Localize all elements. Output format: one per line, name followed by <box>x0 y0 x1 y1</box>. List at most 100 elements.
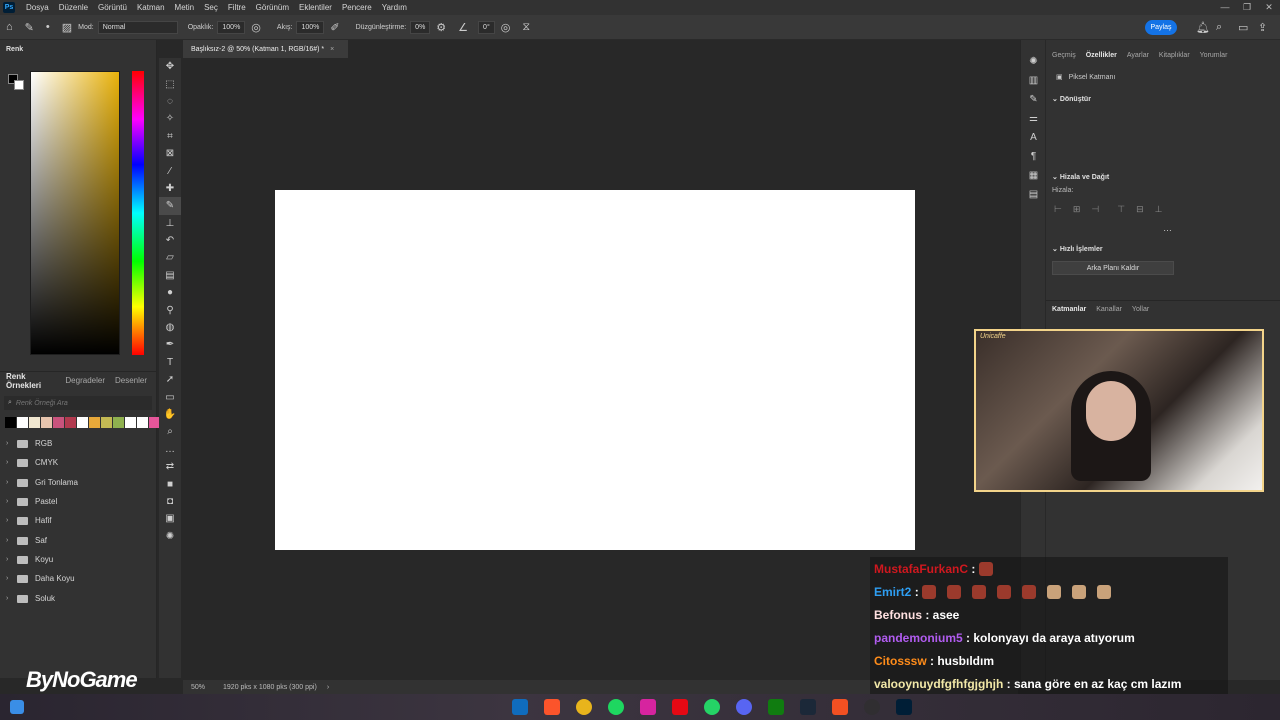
discord-icon[interactable] <box>736 699 752 715</box>
zoom-level[interactable]: 50% <box>191 684 205 691</box>
menu-layer[interactable]: Katman <box>132 3 170 12</box>
color-swatch[interactable] <box>101 417 112 428</box>
spotify-icon[interactable] <box>608 699 624 715</box>
align-right-icon[interactable]: ⊣ <box>1091 204 1099 215</box>
photoshop-taskbar-icon[interactable] <box>896 699 912 715</box>
chevron-right-icon[interactable]: › <box>327 684 329 691</box>
swatch-folder-rgb[interactable]: › RGB <box>6 439 52 448</box>
menu-file[interactable]: Dosya <box>21 3 54 12</box>
dodge-tool-icon[interactable]: ⚲ <box>159 301 181 318</box>
menu-filter[interactable]: Filtre <box>223 3 251 12</box>
canvas[interactable] <box>275 190 915 550</box>
mode-select[interactable]: Normal <box>97 20 178 34</box>
workspace-icon[interactable]: ▭ <box>1238 21 1248 34</box>
hue-slider[interactable] <box>132 71 144 355</box>
frame-tool-icon[interactable]: ⊠ <box>159 145 181 162</box>
histogram-icon[interactable]: ▥ <box>1021 71 1046 90</box>
marquee-tool-icon[interactable]: ⬚ <box>159 75 181 92</box>
remove-background-button[interactable]: Arka Planı Kaldır <box>1052 261 1174 275</box>
character-panel-icon[interactable]: A <box>1021 128 1046 147</box>
brush-tool-icon[interactable]: ✎ <box>159 197 181 215</box>
align-top-icon[interactable]: ⊤ <box>1117 204 1125 215</box>
store-icon[interactable] <box>832 699 848 715</box>
instagram-icon[interactable] <box>640 699 656 715</box>
windows-start-icon[interactable] <box>10 700 24 714</box>
minimize-icon[interactable]: — <box>1214 2 1236 13</box>
gradient-tool-icon[interactable]: ▤ <box>159 267 181 284</box>
obs-icon[interactable] <box>864 699 880 715</box>
notes-icon[interactable]: ▤ <box>1021 185 1046 204</box>
swatch-folder-faded[interactable]: › Soluk <box>6 594 55 603</box>
color-swatch[interactable] <box>77 417 88 428</box>
menu-plugins[interactable]: Eklentiler <box>294 3 337 12</box>
burn-tool-icon[interactable]: ◍ <box>159 319 181 336</box>
maximize-icon[interactable]: ❐ <box>1236 2 1258 13</box>
align-section-title[interactable]: ⌄ Hizala ve Dağıt <box>1052 173 1109 181</box>
fg-bg-colors-icon[interactable]: ■ <box>159 475 181 492</box>
brave-icon[interactable] <box>544 699 560 715</box>
tab-layers[interactable]: Katmanlar <box>1052 306 1086 313</box>
smoothing-field[interactable]: 0% <box>410 20 431 34</box>
libraries-icon[interactable]: ▦ <box>1021 166 1046 185</box>
color-swatch[interactable] <box>113 417 124 428</box>
crop-tool-icon[interactable]: ⌗ <box>159 128 181 145</box>
zoom-tool-icon[interactable]: ⌕ <box>159 423 181 440</box>
background-color-swatch[interactable] <box>14 80 24 90</box>
eyedropper-tool-icon[interactable]: ⁄ <box>159 162 181 179</box>
adjustments-icon[interactable]: ⚌ <box>1021 109 1046 128</box>
chat-username[interactable]: MustafaFurkanC <box>874 562 968 576</box>
color-swatch[interactable] <box>29 417 40 428</box>
swatch-folder-pure[interactable]: › Saf <box>6 536 47 545</box>
swatch-folder-cmyk[interactable]: › CMYK <box>6 458 58 467</box>
menu-window[interactable]: Pencere <box>337 3 377 12</box>
tab-gradients[interactable]: Degradeler <box>65 376 105 385</box>
hand-tool-icon[interactable]: ✋ <box>159 406 181 423</box>
tab-patterns[interactable]: Desenler <box>115 376 147 385</box>
bell-icon[interactable]: 🔔︎ <box>1196 21 1210 34</box>
paragraph-panel-icon[interactable]: ¶ <box>1021 147 1046 166</box>
chrome-icon[interactable] <box>576 699 592 715</box>
healing-brush-tool-icon[interactable]: ✚ <box>159 180 181 197</box>
history-brush-tool-icon[interactable]: ↶ <box>159 232 181 249</box>
menu-edit[interactable]: Düzenle <box>54 3 93 12</box>
flow-field[interactable]: 100% <box>296 20 325 34</box>
tab-comments[interactable]: Yorumlar <box>1200 52 1228 59</box>
screen-mode-icon[interactable]: ▣ <box>159 510 181 527</box>
swatch-folder-dark[interactable]: › Koyu <box>6 555 53 564</box>
swatch-folder-light[interactable]: › Hafif <box>6 516 51 525</box>
tab-properties[interactable]: Özellikler <box>1086 52 1117 59</box>
chat-username[interactable]: pandemonium5 <box>874 631 963 645</box>
color-swatch[interactable] <box>41 417 52 428</box>
brushes-panel-icon[interactable]: ✎ <box>1021 90 1046 109</box>
outlook-icon[interactable] <box>512 699 528 715</box>
eraser-tool-icon[interactable]: ▱ <box>159 249 181 266</box>
share-icon[interactable]: ⇪ <box>1258 21 1267 34</box>
color-swatch[interactable] <box>89 417 100 428</box>
brush-settings-icon[interactable]: ▨ <box>62 21 72 34</box>
tab-libraries[interactable]: Kitaplıklar <box>1159 52 1190 59</box>
align-center-h-icon[interactable]: ⊞ <box>1073 204 1081 215</box>
quick-actions-section-title[interactable]: ⌄ Hızlı İşlemler <box>1052 245 1103 253</box>
more-tools-icon[interactable]: … <box>159 441 181 458</box>
whatsapp-icon[interactable] <box>704 699 720 715</box>
color-swatch[interactable] <box>137 417 148 428</box>
opacity-field[interactable]: 100% <box>217 20 246 34</box>
tab-channels[interactable]: Kanallar <box>1096 306 1122 313</box>
close-icon[interactable]: ✕ <box>1258 2 1280 13</box>
color-swatch[interactable] <box>53 417 64 428</box>
more-options-icon[interactable]: … <box>1163 223 1172 233</box>
color-swatch[interactable] <box>17 417 28 428</box>
swatch-folder-pastel[interactable]: › Pastel <box>6 497 57 506</box>
search-icon[interactable]: ⌕ <box>1216 21 1222 34</box>
align-middle-v-icon[interactable]: ⊟ <box>1136 204 1144 215</box>
menu-view[interactable]: Görünüm <box>251 3 294 12</box>
type-tool-icon[interactable]: T <box>159 354 181 371</box>
swatch-search-input[interactable]: ⌕ Renk Örneği Ara <box>4 396 152 410</box>
menu-image[interactable]: Görüntü <box>93 3 132 12</box>
brush-preset-icon[interactable]: • <box>46 21 50 33</box>
gear-icon[interactable]: ⚙ <box>436 21 446 34</box>
path-selection-tool-icon[interactable]: ➚ <box>159 371 181 388</box>
airbrush-icon[interactable]: ✐ <box>330 21 339 34</box>
generative-panel-icon[interactable]: ✺ <box>1021 52 1046 71</box>
angle-field[interactable]: 0° <box>478 20 495 34</box>
